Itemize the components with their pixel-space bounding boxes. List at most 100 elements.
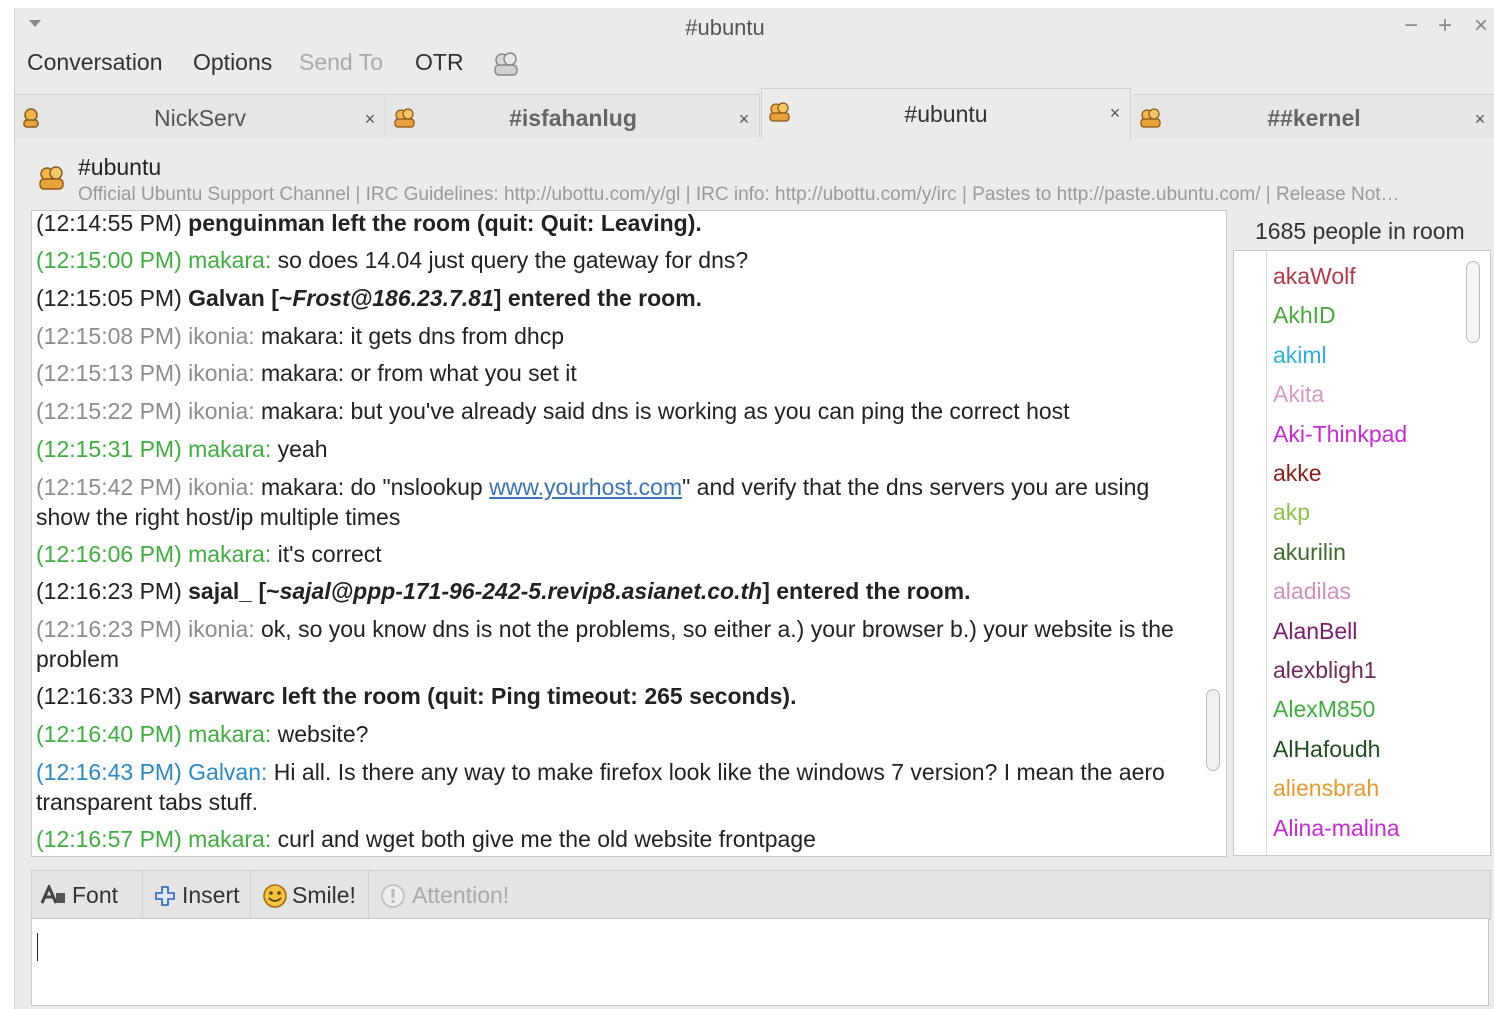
tab-label: #isfahanlug bbox=[509, 105, 637, 131]
message-timestamp: (12:16:23 PM) bbox=[36, 578, 182, 604]
message-timestamp: (12:14:55 PM) bbox=[36, 210, 182, 236]
tab-close-button[interactable]: × bbox=[1471, 109, 1489, 130]
chat-message: (12:16:33 PM) sarwarc left the room (qui… bbox=[36, 681, 1196, 711]
close-window-button[interactable]: × bbox=[1469, 12, 1493, 40]
message-text: makara: or from what you set it bbox=[261, 360, 577, 386]
insert-button-label: Insert bbox=[182, 882, 240, 908]
maximize-button[interactable]: + bbox=[1433, 12, 1457, 40]
message-timestamp: (12:15:31 PM) bbox=[36, 436, 182, 462]
tab-close-button[interactable]: × bbox=[361, 109, 379, 130]
menu-send-to[interactable]: Send To bbox=[299, 49, 383, 76]
user-list-item[interactable]: aladilas bbox=[1273, 578, 1351, 605]
attention-button-label: Attention! bbox=[412, 882, 510, 908]
user-list-item[interactable]: Akita bbox=[1273, 381, 1324, 408]
user-list-scrollbar-thumb[interactable] bbox=[1466, 261, 1480, 343]
pidgin-conversation-window: #ubuntu − + × Conversation Options Send … bbox=[14, 8, 1494, 1009]
user-list-gutter bbox=[1266, 251, 1267, 855]
insert-button[interactable]: Insert bbox=[142, 871, 251, 919]
tab-isfahanlug[interactable]: #isfahanlug × bbox=[387, 94, 760, 137]
menu-options[interactable]: Options bbox=[193, 49, 272, 76]
tab-ubuntu[interactable]: #ubuntu × bbox=[761, 88, 1131, 139]
menu-bar: Conversation Options Send To OTR bbox=[15, 46, 1494, 80]
tab-kernel[interactable]: ##kernel × bbox=[1133, 94, 1494, 137]
message-nick[interactable]: Galvan: bbox=[188, 759, 267, 785]
message-timestamp: (12:16:06 PM) bbox=[36, 541, 182, 567]
tab-close-button[interactable]: × bbox=[735, 109, 753, 130]
tab-close-button[interactable]: × bbox=[1106, 103, 1124, 124]
message-timestamp: (12:15:13 PM) bbox=[36, 360, 182, 386]
formatting-toolbar: Font Insert Smile! Attention! bbox=[31, 870, 1491, 920]
message-nick[interactable]: makara: bbox=[188, 721, 271, 747]
user-list-item[interactable]: akp bbox=[1273, 499, 1310, 526]
user-list-item[interactable]: akiml bbox=[1273, 342, 1327, 369]
user-list-item[interactable]: alexbligh1 bbox=[1273, 657, 1377, 684]
message-nick[interactable]: ikonia: bbox=[188, 616, 254, 642]
smile-button[interactable]: Smile! bbox=[250, 871, 369, 919]
title-bar: #ubuntu − + × bbox=[15, 8, 1494, 44]
user-host: sajal@ppp-171-96-242-5.revip8.asianet.co… bbox=[279, 578, 763, 604]
channel-name: #ubuntu bbox=[78, 154, 162, 180]
user-list-item[interactable]: AlHafoudh bbox=[1273, 736, 1380, 763]
message-text: makara: but you've already said dns is w… bbox=[261, 398, 1070, 424]
chat-scrollbar-thumb[interactable] bbox=[1206, 689, 1220, 771]
chat-room-icon bbox=[768, 101, 792, 128]
message-link[interactable]: www.yourhost.com bbox=[489, 474, 682, 500]
chat-message: (12:16:43 PM) Galvan: Hi all. Is there a… bbox=[36, 757, 1196, 817]
user-list[interactable]: akaWolf AkhID akiml Akita Aki-Thinkpad akke ak… bbox=[1233, 250, 1491, 856]
message-nick[interactable]: ikonia: bbox=[188, 474, 254, 500]
message-nick[interactable]: ikonia: bbox=[188, 323, 254, 349]
tab-label: NickServ bbox=[153, 105, 246, 131]
chat-message: (12:15:08 PM) ikonia: makara: it gets dn… bbox=[36, 321, 1196, 351]
user-list-item[interactable]: akaWolf bbox=[1273, 263, 1356, 290]
message-text: it's correct bbox=[277, 541, 382, 567]
chat-message: (12:15:00 PM) makara: so does 14.04 just… bbox=[36, 245, 1196, 275]
chat-room-icon bbox=[393, 107, 417, 134]
menu-conversation[interactable]: Conversation bbox=[27, 49, 163, 76]
message-timestamp: (12:16:43 PM) bbox=[36, 759, 182, 785]
message-timestamp: (12:15:22 PM) bbox=[36, 398, 182, 424]
message-timestamp: (12:16:33 PM) bbox=[36, 683, 182, 709]
user-list-item[interactable]: Alina-malina bbox=[1273, 815, 1400, 842]
minimize-button[interactable]: − bbox=[1399, 12, 1423, 40]
chat-message: (12:15:22 PM) ikonia: makara: but you've… bbox=[36, 396, 1196, 426]
user-list-item[interactable]: aliensbrah bbox=[1273, 775, 1379, 802]
user-list-item[interactable]: AlanBell bbox=[1273, 618, 1357, 645]
attention-button[interactable]: Attention! bbox=[368, 871, 510, 919]
message-text: makara: do "nslookup bbox=[261, 474, 490, 500]
message-nick[interactable]: makara: bbox=[188, 436, 271, 462]
font-button-label: Font bbox=[72, 882, 119, 908]
user-list-item[interactable]: AlexM850 bbox=[1273, 696, 1375, 723]
message-nick[interactable]: makara: bbox=[188, 826, 271, 852]
message-timestamp: (12:16:23 PM) bbox=[36, 616, 182, 642]
people-count: 1685 people in room bbox=[1255, 218, 1465, 244]
message-input[interactable] bbox=[31, 918, 1489, 1006]
chat-log[interactable]: (12:14:55 PM) penguinman left the room (… bbox=[31, 210, 1227, 857]
smile-button-label: Smile! bbox=[292, 882, 356, 908]
font-icon bbox=[40, 883, 66, 910]
system-message: sarwarc left the room (quit: Ping timeou… bbox=[188, 683, 797, 709]
message-nick[interactable]: ikonia: bbox=[188, 398, 254, 424]
user-list-item[interactable]: akurilin bbox=[1273, 539, 1346, 566]
chat-message: (12:15:05 PM) Galvan [~Frost@186.23.7.81… bbox=[36, 283, 1196, 313]
message-timestamp: (12:15:08 PM) bbox=[36, 323, 182, 349]
message-timestamp: (12:15:00 PM) bbox=[36, 247, 182, 273]
user-list-item[interactable]: akke bbox=[1273, 460, 1322, 487]
font-button[interactable]: Font bbox=[32, 871, 143, 919]
chat-message: (12:15:31 PM) makara: yeah bbox=[36, 434, 1196, 464]
message-nick[interactable]: ikonia: bbox=[188, 360, 254, 386]
system-message: ] entered the room. bbox=[493, 285, 703, 311]
message-nick[interactable]: makara: bbox=[188, 247, 271, 273]
person-icon bbox=[21, 107, 41, 134]
message-text: yeah bbox=[277, 436, 328, 462]
window-title: #ubuntu bbox=[685, 15, 765, 40]
tab-label: ##kernel bbox=[1267, 105, 1361, 131]
menu-otr[interactable]: OTR bbox=[415, 49, 464, 76]
user-list-item[interactable]: Aki-Thinkpad bbox=[1273, 421, 1407, 448]
tab-nickserv[interactable]: NickServ × bbox=[15, 94, 386, 137]
message-text: so does 14.04 just query the gateway for… bbox=[277, 247, 749, 273]
otr-privacy-icon[interactable] bbox=[491, 50, 521, 83]
message-nick[interactable]: makara: bbox=[188, 541, 271, 567]
system-message: sajal_ [~ bbox=[188, 578, 280, 604]
plus-icon bbox=[154, 885, 176, 912]
user-list-item[interactable]: AkhID bbox=[1273, 302, 1336, 329]
